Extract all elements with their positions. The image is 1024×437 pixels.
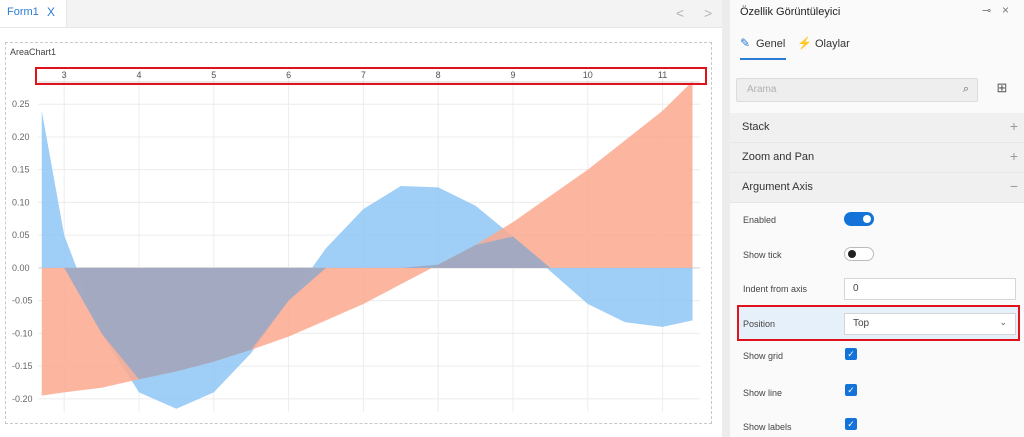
section-argument-axis-label: Argument Axis xyxy=(742,181,813,193)
tab-events[interactable]: Olaylar xyxy=(815,38,850,50)
y-tick-label: 0.20 xyxy=(12,132,30,142)
indent-from-axis-label: Indent from axis xyxy=(743,284,808,294)
position-highlight-box xyxy=(737,305,1020,341)
show-tick-label: Show tick xyxy=(743,250,782,260)
designer-area: Form1 X < > AreaChart1 0.25 0.20 0.15 0.10 0… xyxy=(0,0,722,437)
y-tick-label: 0.15 xyxy=(12,165,30,175)
section-stack-label: Stack xyxy=(742,121,770,133)
section-stack[interactable]: Stack + xyxy=(730,113,1024,143)
search-icon: ⌕ xyxy=(962,83,969,95)
show-labels-checkbox[interactable]: ✓ xyxy=(845,418,857,430)
y-tick-label: 0.10 xyxy=(12,197,30,207)
argument-axis-highlight xyxy=(35,67,707,85)
show-line-label: Show line xyxy=(743,388,783,398)
property-panel: Özellik Görüntüleyici ⊸ × ✎ Genel ⚡ Olay… xyxy=(730,0,1024,437)
search-placeholder: Arama xyxy=(747,84,777,95)
y-tick-label: -0.05 xyxy=(12,296,33,306)
section-argument-axis[interactable]: Argument Axis − xyxy=(730,173,1024,203)
show-tick-toggle[interactable] xyxy=(844,247,874,261)
events-tab-icon: ⚡ xyxy=(797,36,812,50)
show-labels-label: Show labels xyxy=(743,422,792,432)
enabled-label: Enabled xyxy=(743,215,777,225)
y-tick-label: 0.00 xyxy=(12,263,30,273)
y-tick-label: 0.05 xyxy=(12,230,30,240)
indent-value: 0 xyxy=(853,283,859,294)
search-input[interactable]: Arama ⌕ xyxy=(736,78,978,102)
add-property-icon[interactable]: ⊞ xyxy=(994,80,1010,96)
panel-title: Özellik Görüntüleyici xyxy=(740,6,841,18)
pin-icon[interactable]: ⊸ xyxy=(982,4,991,17)
collapse-icon: − xyxy=(1009,178,1018,194)
y-tick-label: -0.15 xyxy=(12,361,33,371)
section-zoom-and-pan[interactable]: Zoom and Pan + xyxy=(730,143,1024,173)
show-grid-label: Show grid xyxy=(743,351,784,361)
expand-icon: + xyxy=(1009,148,1018,164)
panel-splitter[interactable] xyxy=(722,0,730,437)
active-tab-indicator xyxy=(740,58,786,60)
y-tick-label: -0.20 xyxy=(12,394,33,404)
tab-general[interactable]: Genel xyxy=(756,38,785,50)
y-axis-labels: 0.25 0.20 0.15 0.10 0.05 0.00 -0.05 -0.10 -0.15 -… xyxy=(12,99,33,404)
enabled-toggle[interactable] xyxy=(844,212,874,226)
y-tick-label: -0.10 xyxy=(12,328,33,338)
indent-from-axis-input[interactable]: 0 xyxy=(844,278,1016,300)
show-grid-checkbox[interactable]: ✓ xyxy=(845,348,857,360)
area-chart[interactable]: 0.25 0.20 0.15 0.10 0.05 0.00 -0.05 -0.10 -0.15 -… xyxy=(0,0,722,437)
expand-icon: + xyxy=(1009,118,1018,134)
y-tick-label: 0.25 xyxy=(12,99,30,109)
general-tab-icon: ✎ xyxy=(740,36,751,50)
close-icon[interactable]: × xyxy=(1002,3,1009,17)
section-zoom-label: Zoom and Pan xyxy=(742,151,815,163)
show-line-checkbox[interactable]: ✓ xyxy=(845,384,857,396)
